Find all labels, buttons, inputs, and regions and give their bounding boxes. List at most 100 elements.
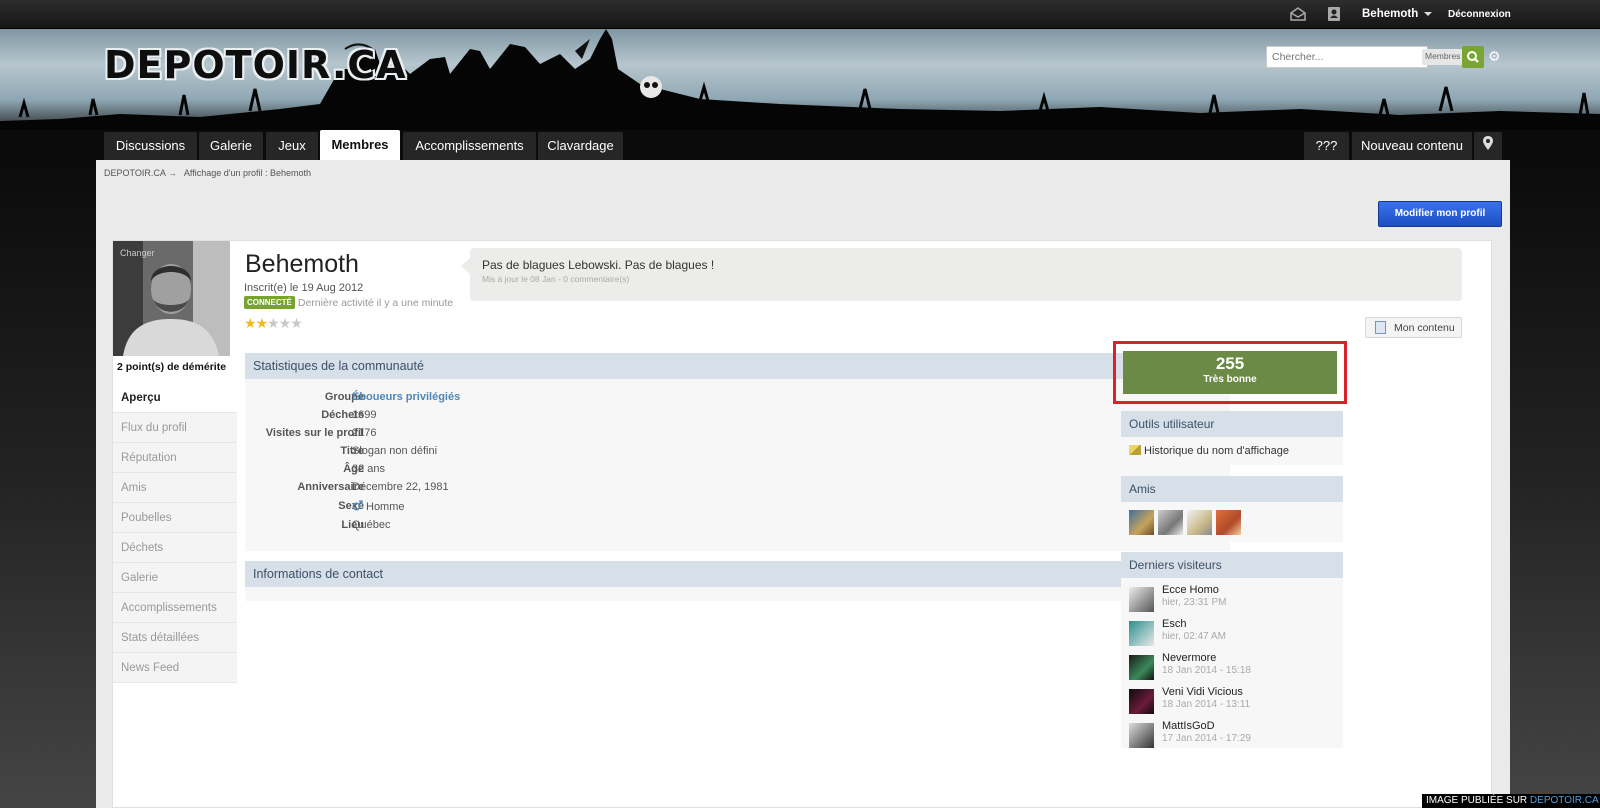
tab-membres[interactable]: Membres <box>320 130 400 160</box>
status-meta[interactable]: Mis à jour le 08 Jan - 0 commentaire(s) <box>482 274 629 284</box>
location-pin-icon[interactable] <box>1474 132 1502 160</box>
visitor-item[interactable]: Esch hier, 02:47 AM <box>1129 618 1339 648</box>
change-photo-link[interactable]: Changer <box>120 248 155 258</box>
visitor-item[interactable]: MattIsGoD 17 Jan 2014 - 17:29 <box>1129 720 1339 750</box>
friend-avatar[interactable] <box>1216 510 1241 535</box>
side-menu-item[interactable]: News Feed <box>113 653 237 683</box>
join-date: Inscrit(e) le 19 Aug 2012 <box>244 282 364 294</box>
search-field[interactable] <box>1266 46 1428 68</box>
tab-new-content[interactable]: Nouveau contenu <box>1352 132 1472 160</box>
reputation-highlight: 255 Très bonne <box>1113 341 1347 404</box>
name-history-link[interactable]: Historique du nom d'affichage <box>1129 445 1289 457</box>
visitor-time: 18 Jan 2014 - 15:18 <box>1162 665 1251 676</box>
search-scope-select[interactable]: Membres <box>1422 49 1464 65</box>
tab-galerie[interactable]: Galerie <box>199 132 263 160</box>
visitor-item[interactable]: Nevermore 18 Jan 2014 - 15:18 <box>1129 652 1339 682</box>
visitor-time: 18 Jan 2014 - 13:11 <box>1162 699 1251 710</box>
user-menu[interactable]: Behemoth <box>1362 8 1433 20</box>
reputation-label: Très bonne <box>1203 374 1257 385</box>
username-label: Behemoth <box>1362 8 1419 20</box>
star-empty-icon[interactable]: ★ <box>290 315 303 331</box>
visitor-item[interactable]: Veni Vidi Vicious 18 Jan 2014 - 13:11 <box>1129 686 1339 716</box>
community-stats-heading: Statistiques de la communauté <box>245 353 1230 379</box>
status-update: Pas de blagues Lebowski. Pas de blagues … <box>461 248 1462 301</box>
gear-icon[interactable]: ⚙ <box>1488 48 1501 65</box>
status-text: Pas de blagues Lebowski. Pas de blagues … <box>482 258 715 272</box>
friend-avatar[interactable] <box>1129 510 1154 535</box>
side-menu-item[interactable]: Aperçu <box>113 383 237 413</box>
community-stats: Groupe Éboueurs privilégiés Déchets 1699 V… <box>245 379 1230 551</box>
site-logo[interactable]: DEPOTOIR.CA <box>104 43 407 87</box>
side-menu-item[interactable]: Accomplissements <box>113 593 237 623</box>
visitor-avatar <box>1129 723 1154 748</box>
side-menu-item[interactable]: Réputation <box>113 443 237 473</box>
chevron-down-icon <box>1424 11 1433 16</box>
rating-stars[interactable]: ★★★★★ <box>244 315 303 332</box>
reputation-value: 255 <box>1215 354 1245 373</box>
contact-info <box>245 587 1230 601</box>
stat-row: Déchets 1699 <box>245 409 845 427</box>
my-content-button[interactable]: Mon contenu <box>1365 317 1462 338</box>
visitor-name[interactable]: Ecce Homo <box>1162 584 1219 596</box>
visitor-item[interactable]: Ecce Homo hier, 23:31 PM <box>1129 584 1339 614</box>
search-button[interactable] <box>1462 46 1484 68</box>
visitor-name[interactable]: Esch <box>1162 618 1186 630</box>
stat-row: Titre Slogan non défini <box>245 445 845 463</box>
user-bar: Behemoth Déconnexion <box>0 0 1600 29</box>
side-menu-item[interactable]: Galerie <box>113 563 237 593</box>
side-menu-item[interactable]: Déchets <box>113 533 237 563</box>
inbox-icon[interactable] <box>1290 6 1306 22</box>
visitor-time: hier, 02:47 AM <box>1162 631 1226 642</box>
visitor-avatar <box>1129 587 1154 612</box>
tab-discussions[interactable]: Discussions <box>104 132 197 160</box>
avatar[interactable]: Changer <box>113 241 230 356</box>
breadcrumb-arrow: → <box>167 168 177 178</box>
side-menu-item[interactable]: Flux du profil <box>113 413 237 443</box>
edit-profile-button[interactable]: Modifier mon profil <box>1378 201 1502 227</box>
friend-avatar[interactable] <box>1158 510 1183 535</box>
side-menu-item[interactable]: Stats détaillées <box>113 623 237 653</box>
online-status: CONNECTÉ Dernière activité il y a une min… <box>244 296 453 309</box>
reputation-box[interactable]: 255 Très bonne <box>1123 351 1337 394</box>
tab-mystery[interactable]: ??? <box>1304 132 1349 160</box>
logout-link[interactable]: Déconnexion <box>1448 9 1511 20</box>
visitor-name[interactable]: MattIsGoD <box>1162 720 1215 732</box>
stat-row: Anniversaire Décembre 22, 1981 <box>245 481 845 499</box>
star-empty-icon[interactable]: ★ <box>279 315 292 331</box>
profile-name: Behemoth <box>245 250 359 278</box>
star-empty-icon[interactable]: ★ <box>267 315 280 331</box>
side-menu-item[interactable]: Poubelles <box>113 503 237 533</box>
stat-row: Âge 32 ans <box>245 463 845 481</box>
breadcrumb-root[interactable]: DEPOTOIR.CA <box>104 168 165 178</box>
online-badge: CONNECTÉ <box>244 296 295 309</box>
stat-value: 32 ans <box>352 463 386 475</box>
visitor-avatar <box>1129 689 1154 714</box>
search-icon <box>1467 51 1479 63</box>
stat-row: Lieu Québec <box>245 519 845 537</box>
recent-visitors-heading: Derniers visiteurs <box>1121 552 1343 578</box>
visitor-time: 17 Jan 2014 - 17:29 <box>1162 733 1251 744</box>
content-panel: DEPOTOIR.CA → Affichage d'un profil : Be… <box>96 160 1510 808</box>
stat-value[interactable]: Éboueurs privilégiés <box>352 391 460 403</box>
stat-value: Homme <box>352 500 405 513</box>
tab-jeux[interactable]: Jeux <box>266 132 318 160</box>
user-tools-heading: Outils utilisateur <box>1121 411 1343 437</box>
visitor-name[interactable]: Nevermore <box>1162 652 1216 664</box>
tab-accomplissements[interactable]: Accomplissements <box>403 132 536 160</box>
stat-value: 1699 <box>352 409 377 421</box>
friends-heading: Amis <box>1121 476 1343 502</box>
star-filled-icon[interactable]: ★ <box>256 315 269 331</box>
main-nav: Discussions Galerie Jeux Membres Accompl… <box>0 130 1600 160</box>
visitor-name[interactable]: Veni Vidi Vicious <box>1162 686 1243 698</box>
friend-avatar[interactable] <box>1187 510 1212 535</box>
stat-label: Visites sur le profil <box>265 427 364 439</box>
tab-clavardage[interactable]: Clavardage <box>538 132 623 160</box>
document-icon <box>1375 321 1386 334</box>
contact-info-heading: Informations de contact <box>245 561 1230 587</box>
side-menu-item[interactable]: Amis <box>113 473 237 503</box>
search-input[interactable] <box>1267 47 1417 67</box>
watermark: IMAGE PUBLIÉE SUR DEPOTOIR.CA <box>1422 794 1600 808</box>
star-filled-icon[interactable]: ★ <box>244 315 257 331</box>
pencil-icon <box>1129 445 1141 455</box>
notifications-icon[interactable] <box>1326 6 1342 22</box>
